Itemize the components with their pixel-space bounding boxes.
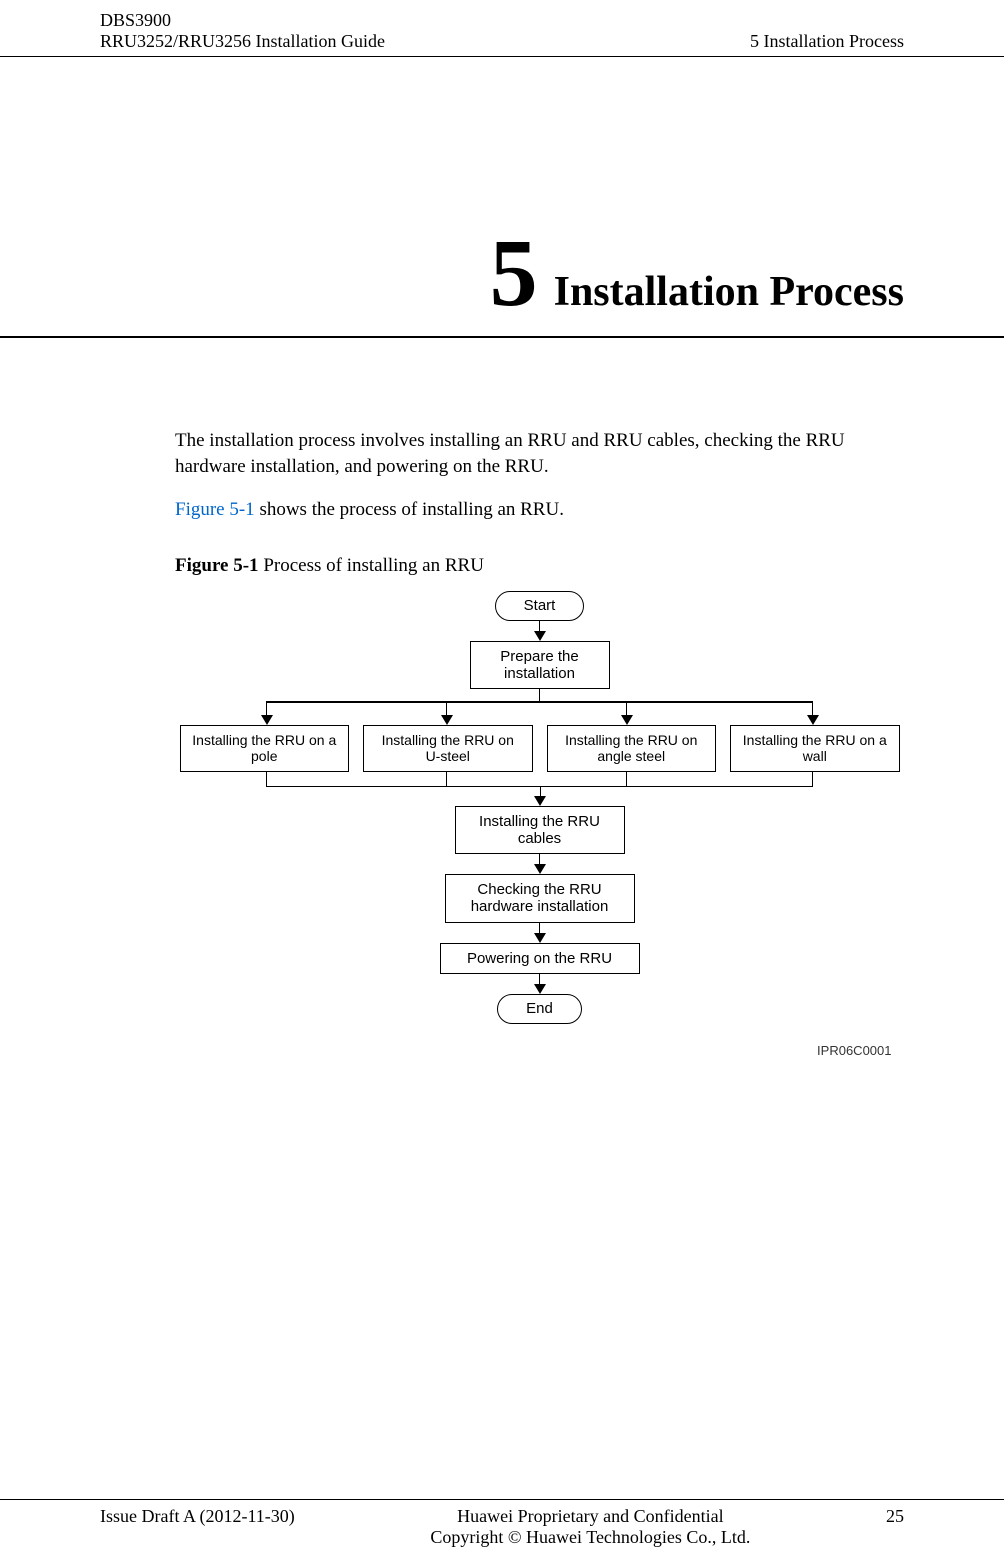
figref-rest: shows the process of installing an RRU. xyxy=(255,499,564,520)
flow-connector xyxy=(539,923,541,933)
flow-start: Start xyxy=(495,591,585,621)
arrow-down-icon xyxy=(534,933,546,943)
flow-branch-pole: Installing the RRU on a pole xyxy=(180,725,350,771)
product-name: DBS3900 xyxy=(100,10,385,31)
figure-label: Figure 5-1 xyxy=(175,555,259,576)
flow-branch-angle: Installing the RRU on angle steel xyxy=(547,725,717,771)
chapter-heading: 5 Installation Process xyxy=(0,57,1004,338)
arrow-down-icon xyxy=(534,631,546,641)
header-left: DBS3900 RRU3252/RRU3256 Installation Gui… xyxy=(100,10,385,52)
page-footer: Issue Draft A (2012-11-30) Huawei Propri… xyxy=(0,1499,1004,1548)
arrow-down-icon xyxy=(534,796,546,806)
flow-power: Powering on the RRU xyxy=(440,943,640,974)
page-header: DBS3900 RRU3252/RRU3256 Installation Gui… xyxy=(0,0,1004,57)
footer-issue: Issue Draft A (2012-11-30) xyxy=(100,1506,295,1527)
arrow-down-icon xyxy=(534,984,546,994)
figure-caption-text: Process of installing an RRU xyxy=(259,555,484,576)
flow-branch-wall: Installing the RRU on a wall xyxy=(730,725,900,771)
footer-copyright: Copyright © Huawei Technologies Co., Ltd… xyxy=(430,1527,750,1548)
flow-connector xyxy=(539,621,541,631)
flow-connector xyxy=(539,854,541,864)
flow-end: End xyxy=(497,994,582,1024)
flow-split xyxy=(180,701,900,725)
flow-connector xyxy=(539,974,541,984)
content-area: The installation process involves instal… xyxy=(0,338,1004,1060)
flowchart: Start Prepare the installation Installin… xyxy=(180,591,900,1060)
chapter-title-text: Installation Process xyxy=(554,269,904,315)
figure-caption: Figure 5-1 Process of installing an RRU xyxy=(175,553,904,579)
flow-branch-usteel: Installing the RRU on U-steel xyxy=(363,725,533,771)
arrow-down-icon xyxy=(534,864,546,874)
figref-paragraph: Figure 5-1 shows the process of installi… xyxy=(175,497,904,523)
figure-id: IPR06C0001 xyxy=(180,1042,900,1060)
footer-proprietary: Huawei Proprietary and Confidential xyxy=(430,1506,750,1527)
footer-page-number: 25 xyxy=(886,1506,904,1527)
flow-check: Checking the RRU hardware installation xyxy=(445,874,635,923)
chapter-number: 5 xyxy=(490,219,538,326)
flow-prepare: Prepare the installation xyxy=(470,641,610,690)
figure-reference-link[interactable]: Figure 5-1 xyxy=(175,499,255,520)
flow-branches: Installing the RRU on a pole Installing … xyxy=(180,725,900,771)
intro-paragraph: The installation process involves instal… xyxy=(175,428,904,479)
header-section: 5 Installation Process xyxy=(750,31,904,52)
footer-center: Huawei Proprietary and Confidential Copy… xyxy=(430,1506,750,1548)
flow-connector xyxy=(539,689,541,701)
doc-title: RRU3252/RRU3256 Installation Guide xyxy=(100,31,385,52)
flow-cables: Installing the RRU cables xyxy=(455,806,625,855)
flow-merge xyxy=(180,772,900,796)
